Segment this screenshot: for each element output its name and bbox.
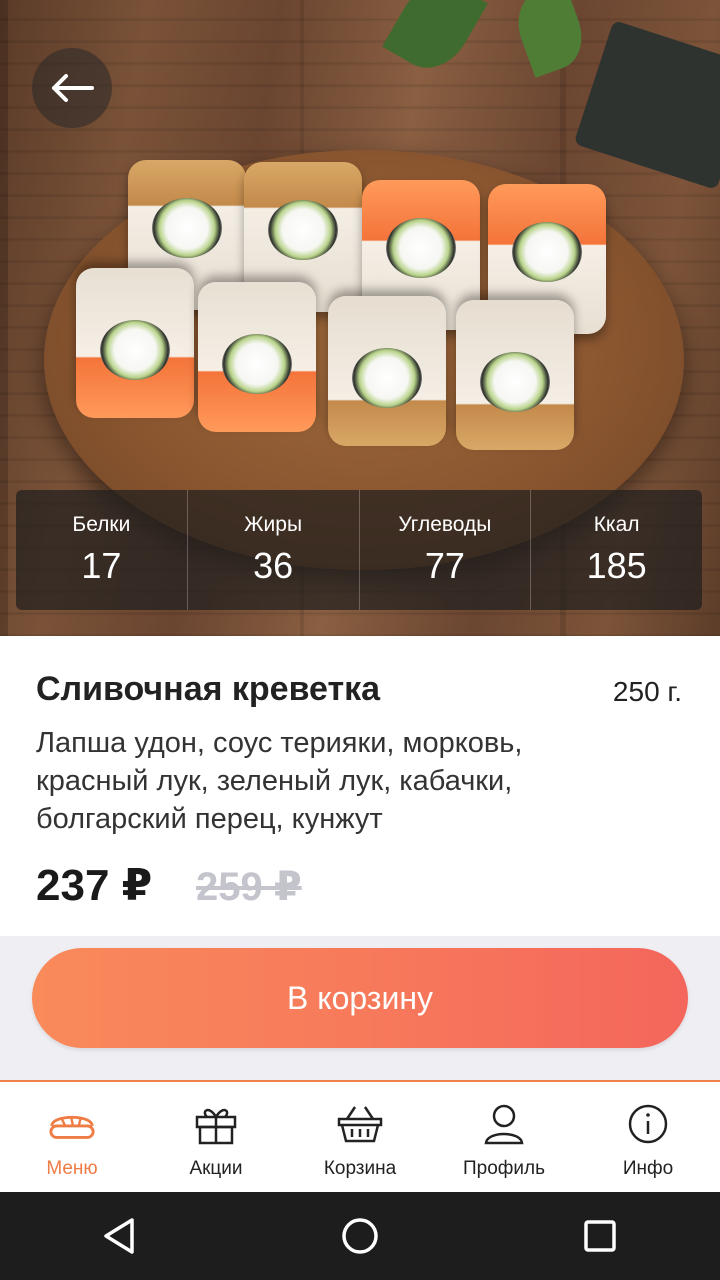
back-button[interactable] xyxy=(32,48,112,128)
system-back-button[interactable] xyxy=(90,1206,150,1266)
system-home-button[interactable] xyxy=(330,1206,390,1266)
nutrition-fat: Жиры 36 xyxy=(188,490,360,610)
triangle-back-icon xyxy=(104,1218,134,1254)
nav-label: Меню xyxy=(46,1158,98,1179)
nav-label: Корзина xyxy=(323,1158,397,1179)
nav-item-profile[interactable]: Профиль xyxy=(432,1082,576,1192)
nutrition-panel: Белки 17 Жиры 36 Углеводы 77 Ккал 185 xyxy=(16,490,702,610)
nutrition-label: Углеводы xyxy=(398,513,492,536)
nutrition-protein: Белки 17 xyxy=(16,490,188,610)
gift-icon xyxy=(192,1102,240,1146)
nutrition-value: 185 xyxy=(586,545,647,586)
square-recents-icon xyxy=(584,1220,616,1252)
basket-icon xyxy=(336,1102,384,1146)
product-description: Лапша удон, соус терияки, морковь, красн… xyxy=(36,727,523,835)
product-weight: 250 г. xyxy=(612,676,682,707)
nav-item-menu[interactable]: Меню xyxy=(0,1082,144,1192)
add-to-cart-button[interactable]: В корзину xyxy=(32,948,688,1048)
user-icon xyxy=(480,1102,528,1146)
nutrition-carbs: Углеводы 77 xyxy=(360,490,532,610)
circle-home-icon xyxy=(342,1218,378,1254)
product-old-price: 259 ₽ xyxy=(196,865,302,909)
arrow-left-icon xyxy=(52,74,94,102)
nav-item-cart[interactable]: Корзина xyxy=(288,1082,432,1192)
product-title: Сливочная креветка xyxy=(36,670,381,708)
nutrition-value: 36 xyxy=(253,545,294,586)
product-info: Сливочная креветка 250 г. Лапша удон, со… xyxy=(0,636,720,936)
bottom-nav: Меню Акции Корзина Профиль Инфо xyxy=(0,1080,720,1192)
info-icon xyxy=(624,1102,672,1146)
cart-area: В корзину xyxy=(0,936,720,1080)
nutrition-kcal: Ккал 185 xyxy=(531,490,702,610)
nav-label: Акции xyxy=(189,1158,243,1179)
system-nav-bar xyxy=(0,1192,720,1280)
system-recents-button[interactable] xyxy=(570,1206,630,1266)
product-price: 237 ₽ xyxy=(36,861,153,910)
nutrition-value: 17 xyxy=(81,545,122,586)
nutrition-label: Ккал xyxy=(593,513,640,536)
nutrition-label: Белки xyxy=(72,513,131,536)
sushi-icon xyxy=(48,1102,96,1146)
nav-label: Инфо xyxy=(622,1158,674,1179)
nutrition-label: Жиры xyxy=(244,513,303,536)
nav-label: Профиль xyxy=(462,1158,546,1179)
nav-item-info[interactable]: Инфо xyxy=(576,1082,720,1192)
nav-item-promotions[interactable]: Акции xyxy=(144,1082,288,1192)
nutrition-value: 77 xyxy=(424,545,465,586)
